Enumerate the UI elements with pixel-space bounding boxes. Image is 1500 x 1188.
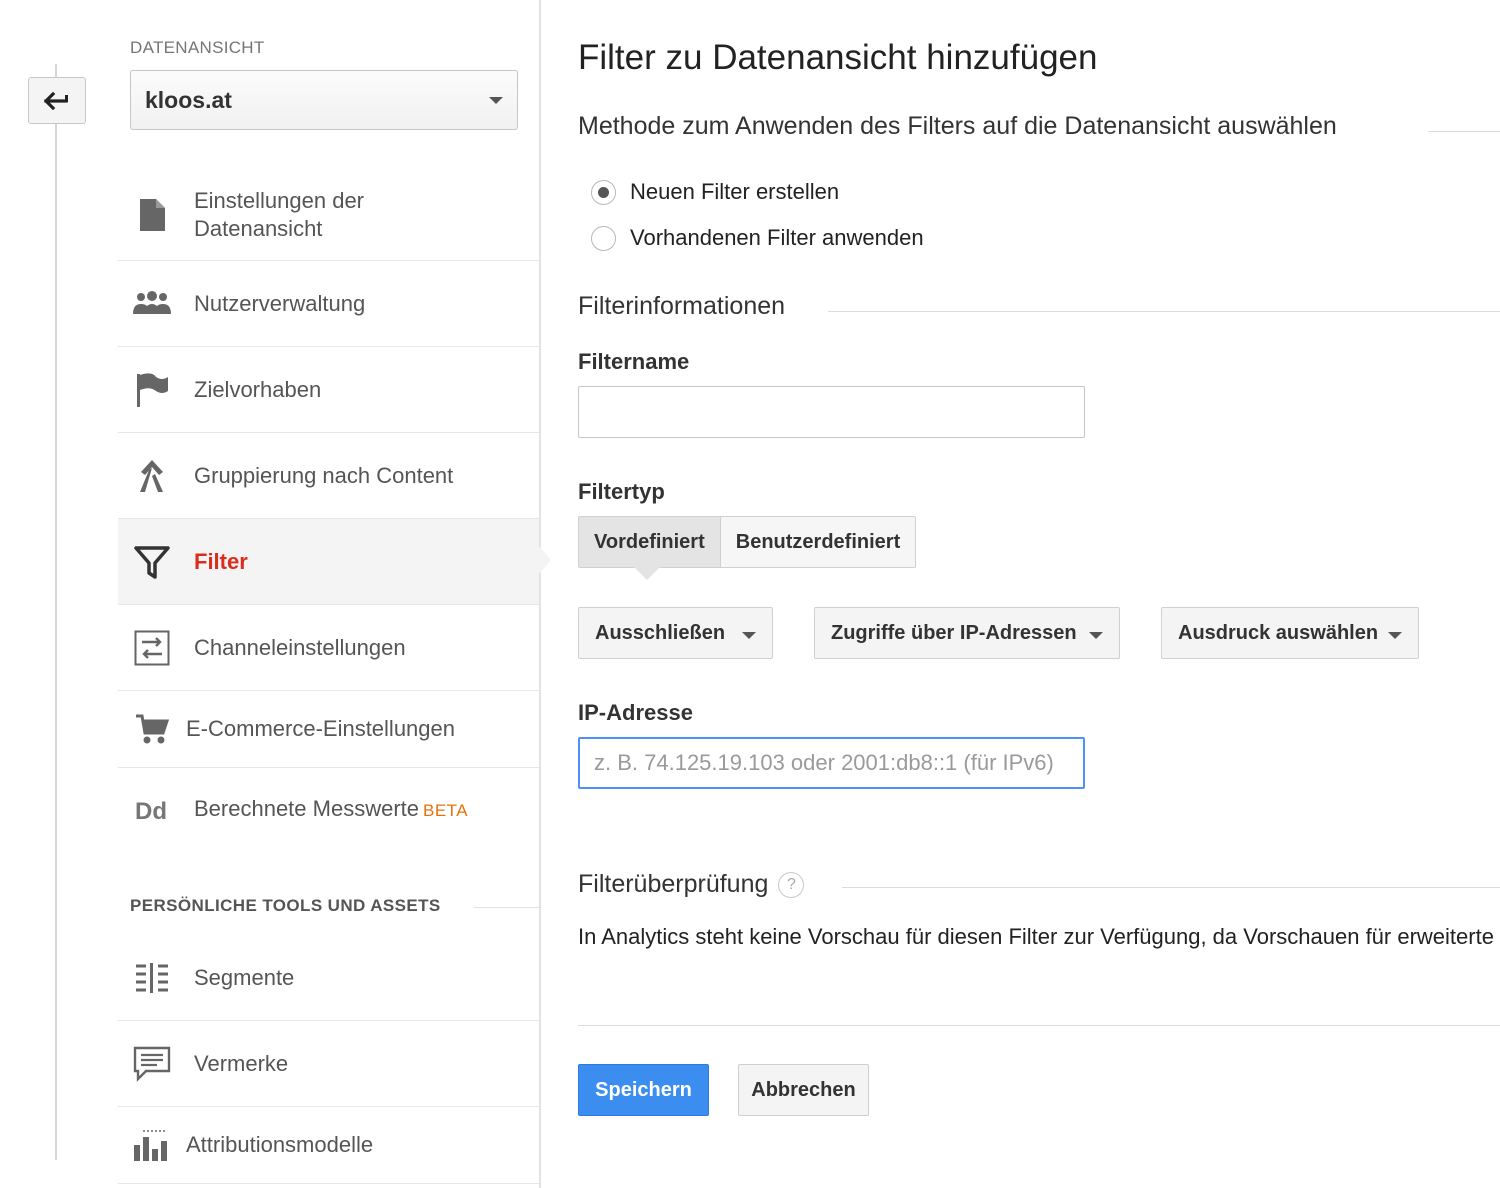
sidebar-item-label: Berechnete Messwerte BETA bbox=[194, 795, 468, 825]
radio-existing-filter-label: Vorhandenen Filter anwenden bbox=[630, 225, 924, 250]
filtername-input[interactable] bbox=[578, 386, 1085, 438]
segments-icon bbox=[132, 958, 172, 998]
method-heading-line bbox=[1428, 131, 1500, 132]
radio-button[interactable] bbox=[591, 225, 616, 251]
chevron-down-icon bbox=[742, 632, 756, 639]
sidebar-item-label: Filter bbox=[194, 548, 248, 574]
filter-verify-text: In Analytics steht keine Vorschau für di… bbox=[578, 924, 1500, 949]
sidebar-item-label: Nutzerverwaltung bbox=[194, 290, 366, 316]
view-select[interactable]: kloos.at bbox=[130, 70, 518, 130]
cancel-button[interactable]: Abbrechen bbox=[738, 1064, 869, 1116]
filter-icon bbox=[132, 542, 172, 582]
sidebar-item-ecommerce[interactable]: E-Commerce-Einstellungen bbox=[118, 691, 540, 768]
help-icon[interactable]: ? bbox=[778, 871, 805, 898]
channel-settings-icon bbox=[132, 628, 172, 668]
radio-new-filter[interactable]: Neuen Filter erstellen bbox=[591, 179, 839, 205]
save-button[interactable]: Speichern bbox=[578, 1064, 709, 1116]
sidebar-item-goals[interactable]: Zielvorhaben bbox=[118, 347, 540, 433]
sidebar-item-calculated-metrics[interactable]: Dd Berechnete Messwerte BETA bbox=[118, 768, 540, 852]
chevron-down-icon bbox=[1089, 632, 1103, 639]
chevron-down-icon bbox=[489, 96, 503, 104]
sidebar-item-label: Attributionsmodelle bbox=[186, 1132, 374, 1157]
expression-dropdown[interactable]: Ausdruck auswählen bbox=[1161, 607, 1419, 659]
sidebar-item-channel-settings[interactable]: Channeleinstellungen bbox=[118, 605, 540, 691]
source-dropdown-value: Zugriffe über IP-Adressen bbox=[831, 621, 1077, 644]
view-label: DATENANSICHT bbox=[130, 38, 265, 57]
radio-button-checked[interactable] bbox=[591, 179, 616, 205]
ip-address-input[interactable] bbox=[578, 737, 1085, 789]
filter-verify-heading: Filterüberprüfung ? bbox=[578, 870, 805, 899]
action-dropdown[interactable]: Ausschließen bbox=[578, 607, 773, 659]
action-dropdown-value: Ausschließen bbox=[595, 621, 726, 644]
beta-badge: BETA bbox=[423, 801, 469, 820]
method-heading: Methode zum Anwenden des Filters auf die… bbox=[578, 112, 1337, 140]
view-select-value: kloos.at bbox=[145, 86, 232, 113]
sidebar-divider bbox=[539, 0, 541, 1188]
sidebar-item-segments[interactable]: Segmente bbox=[118, 935, 540, 1021]
sidebar-item-label: Segmente bbox=[194, 964, 295, 990]
active-item-pointer bbox=[539, 546, 551, 574]
sidebar: DATENANSICHT kloos.at Einstellungen der … bbox=[118, 0, 540, 1188]
section-heading-personal-tools: PERSÖNLICHE TOOLS UND ASSETS bbox=[130, 896, 441, 915]
attribution-icon bbox=[132, 1125, 172, 1165]
flag-icon bbox=[132, 370, 172, 410]
filtername-label: Filtername bbox=[578, 349, 690, 374]
ip-address-label: IP-Adresse bbox=[578, 700, 693, 725]
sidebar-item-label: Einstellungen der Datenansicht bbox=[194, 188, 365, 241]
filter-verify-heading-text: Filterüberprüfung bbox=[578, 870, 769, 898]
filter-info-heading: Filterinformationen bbox=[578, 292, 786, 320]
back-button[interactable] bbox=[28, 77, 86, 124]
filter-verify-heading-line bbox=[842, 887, 1500, 888]
back-arrow-icon bbox=[44, 91, 68, 110]
chevron-down-icon bbox=[1388, 632, 1402, 639]
footer-divider bbox=[578, 1025, 1500, 1026]
sidebar-item-users[interactable]: Nutzerverwaltung bbox=[118, 261, 540, 347]
tab-predefined[interactable]: Vordefiniert bbox=[579, 517, 721, 567]
sidebar-item-attribution[interactable]: Attributionsmodelle bbox=[118, 1107, 540, 1184]
svg-text:Dd: Dd bbox=[135, 798, 167, 825]
tab-pointer bbox=[634, 567, 660, 580]
tab-custom[interactable]: Benutzerdefiniert bbox=[720, 517, 916, 567]
users-icon bbox=[132, 284, 172, 324]
annotations-icon bbox=[132, 1044, 172, 1084]
cart-icon bbox=[132, 709, 172, 749]
sidebar-item-label: Vermerke bbox=[194, 1050, 289, 1076]
source-dropdown[interactable]: Zugriffe über IP-Adressen bbox=[814, 607, 1120, 659]
filtertype-toggle: Vordefiniert Benutzerdefiniert bbox=[578, 516, 917, 568]
sidebar-item-label: E-Commerce-Einstellungen bbox=[186, 716, 455, 741]
radio-new-filter-label: Neuen Filter erstellen bbox=[630, 179, 840, 204]
rail-line bbox=[55, 64, 57, 1160]
sidebar-item-annotations[interactable]: Vermerke bbox=[118, 1021, 540, 1107]
section-divider bbox=[474, 907, 540, 908]
document-icon bbox=[132, 195, 172, 235]
sidebar-item-label: Channeleinstellungen bbox=[194, 634, 406, 660]
filter-info-heading-line bbox=[828, 311, 1500, 312]
sidebar-item-label: Zielvorhaben bbox=[194, 376, 322, 402]
content-grouping-icon bbox=[132, 456, 172, 496]
dd-icon: Dd bbox=[132, 790, 172, 830]
sidebar-item-label: Gruppierung nach Content bbox=[194, 462, 454, 488]
radio-existing-filter[interactable]: Vorhandenen Filter anwenden bbox=[591, 225, 924, 251]
sidebar-item-view-settings[interactable]: Einstellungen der Datenansicht bbox=[118, 170, 540, 261]
sidebar-item-content-grouping[interactable]: Gruppierung nach Content bbox=[118, 433, 540, 519]
page-title: Filter zu Datenansicht hinzufügen bbox=[578, 38, 1098, 77]
sidebar-item-filter[interactable]: Filter bbox=[118, 519, 540, 605]
filtertype-label: Filtertyp bbox=[578, 479, 665, 504]
sidebar-item-label-text: Berechnete Messwerte bbox=[194, 796, 419, 821]
expression-dropdown-value: Ausdruck auswählen bbox=[1178, 621, 1379, 644]
